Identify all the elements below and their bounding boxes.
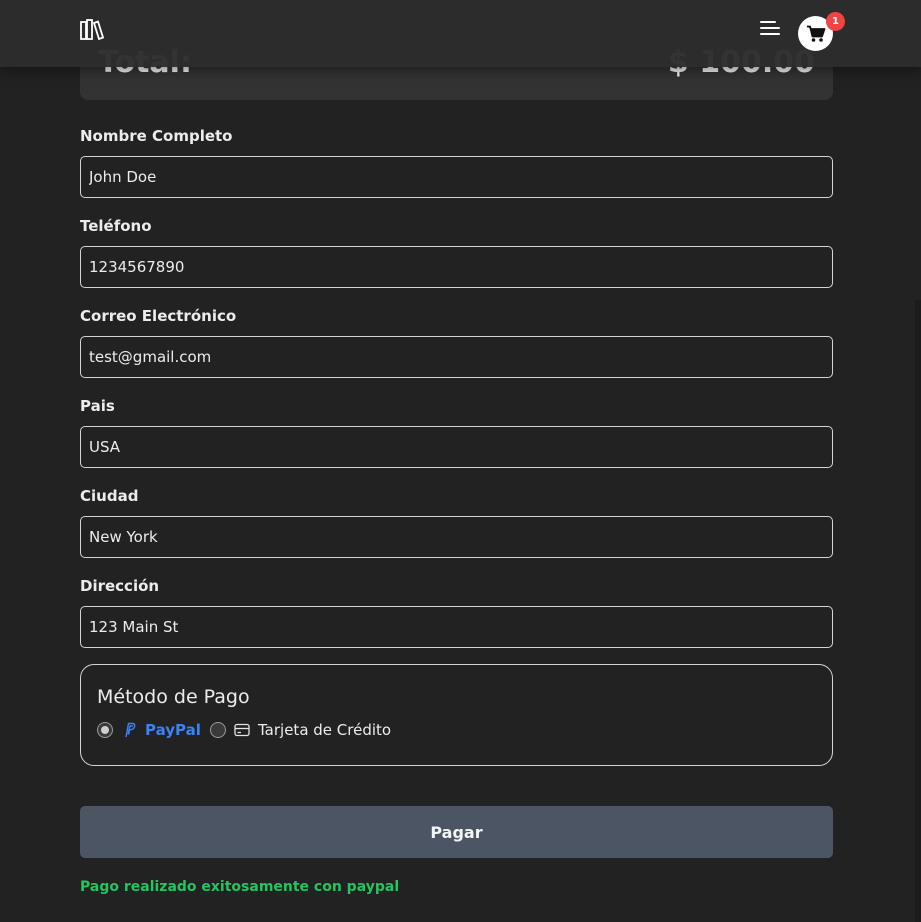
checkout-page: Total: $ 100.00 1 Nombre Completo Teléfo… bbox=[0, 0, 921, 922]
credit-card-radio[interactable] bbox=[210, 722, 226, 738]
full-name-input[interactable] bbox=[80, 156, 833, 198]
email-input[interactable] bbox=[80, 336, 833, 378]
payment-method-box: Método de Pago PayPal Tarjeta de Crédito bbox=[80, 664, 833, 766]
email-label: Correo Electrónico bbox=[80, 307, 237, 325]
address-label: Dirección bbox=[80, 577, 160, 595]
paypal-option-label[interactable]: PayPal bbox=[145, 720, 201, 740]
paypal-icon bbox=[125, 722, 136, 738]
scrollbar[interactable] bbox=[915, 300, 921, 922]
cart-count-badge: 1 bbox=[826, 12, 845, 31]
country-label: Pais bbox=[80, 397, 115, 415]
city-label: Ciudad bbox=[80, 487, 139, 505]
full-name-label: Nombre Completo bbox=[80, 127, 233, 145]
shopping-cart-icon bbox=[806, 25, 825, 42]
pay-button[interactable]: Pagar bbox=[80, 806, 833, 858]
address-input[interactable] bbox=[80, 606, 833, 648]
navbar: 1 bbox=[0, 0, 921, 67]
phone-input[interactable] bbox=[80, 246, 833, 288]
credit-card-icon bbox=[234, 723, 250, 737]
phone-label: Teléfono bbox=[80, 217, 152, 235]
city-input[interactable] bbox=[80, 516, 833, 558]
hamburger-menu-icon[interactable] bbox=[758, 18, 782, 40]
country-input[interactable] bbox=[80, 426, 833, 468]
paypal-radio[interactable] bbox=[97, 722, 113, 738]
credit-card-option-label[interactable]: Tarjeta de Crédito bbox=[258, 720, 391, 740]
payment-method-title: Método de Pago bbox=[97, 686, 250, 708]
books-icon[interactable] bbox=[80, 18, 104, 40]
payment-success-message: Pago realizado exitosamente con paypal bbox=[80, 879, 400, 895]
